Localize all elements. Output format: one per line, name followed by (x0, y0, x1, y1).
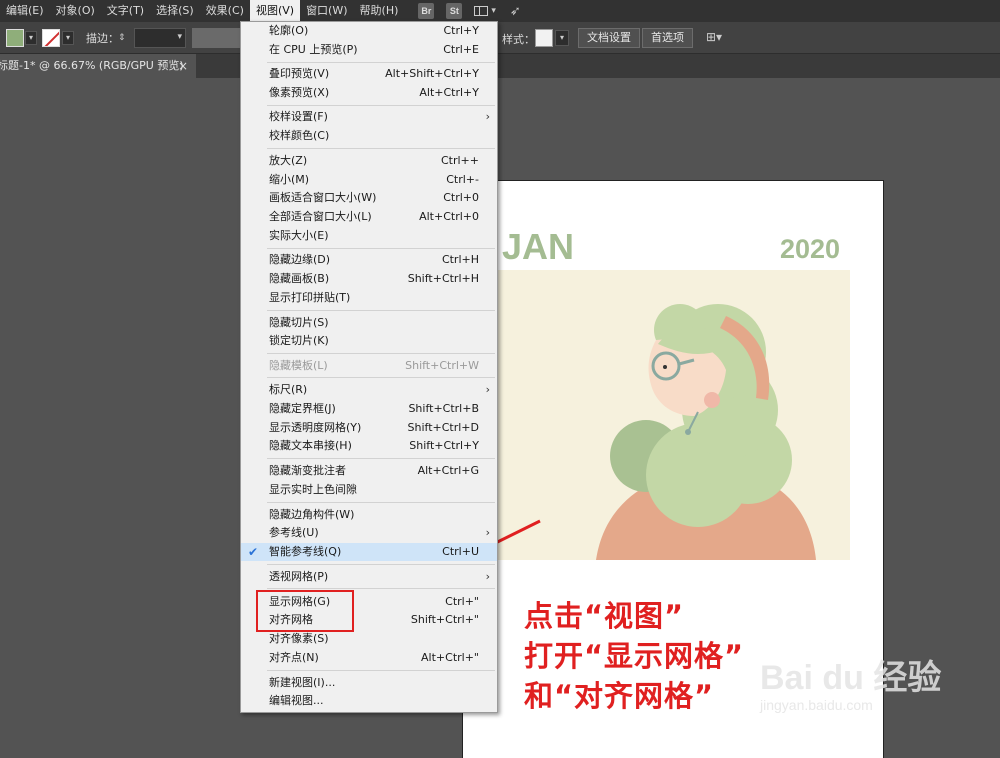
menu-item-cpu-preview[interactable]: 在 CPU 上预览(P) Ctrl+E (241, 41, 497, 59)
fill-dropdown-icon[interactable]: ▾ (25, 31, 37, 45)
menu-separator (267, 310, 495, 311)
menu-item-fit-artboard[interactable]: 画板适合窗口大小(W) Ctrl+0 (241, 189, 497, 207)
menu-separator (267, 588, 495, 589)
submenu-arrow-icon: › (485, 110, 490, 123)
style-label: 样式： (502, 33, 535, 46)
stroke-stepper-icon[interactable]: ⇕ (118, 30, 130, 46)
close-icon[interactable]: × (178, 54, 188, 78)
instruction-line: 点击“视图” (524, 599, 685, 633)
menu-edit[interactable]: 编辑(E) (0, 0, 50, 22)
menu-object[interactable]: 对象(O) (50, 0, 101, 22)
baidu-logo: Bai du 经验 (760, 659, 942, 697)
menu-item-fit-all[interactable]: 全部适合窗口大小(L) Alt+Ctrl+0 (241, 208, 497, 226)
menu-item-rulers[interactable]: 标尺(R) › (241, 381, 497, 399)
menu-item-proof-setup[interactable]: 校样设置(F) › (241, 108, 497, 126)
bridge-icon[interactable]: Br (418, 3, 435, 19)
menu-separator (267, 564, 495, 565)
stock-icon[interactable]: St (446, 3, 463, 19)
document-tab-bar: 未标题-1* @ 66.67% (RGB/GPU 预览) × (0, 54, 1000, 78)
instruction-line: 和“对齐网格” (524, 679, 715, 713)
baidu-watermark: Bai du 经验 jingyan.baidu.com (760, 650, 941, 713)
menu-item-show-live-paint-gaps[interactable]: 显示实时上色间隙 (241, 481, 497, 499)
document-tab[interactable]: 未标题-1* @ 66.67% (RGB/GPU 预览) × (0, 54, 196, 78)
menu-item-hide-slices[interactable]: 隐藏切片(S) (241, 314, 497, 332)
menu-item-overprint-preview[interactable]: 叠印预览(V) Alt+Shift+Ctrl+Y (241, 65, 497, 83)
menu-item-hide-bounding-box[interactable]: 隐藏定界框(J) Shift+Ctrl+B (241, 400, 497, 418)
style-dropdown-icon[interactable]: ▾ (555, 30, 569, 46)
submenu-arrow-icon: › (485, 526, 490, 539)
menu-separator (267, 502, 495, 503)
menu-item-smart-guides[interactable]: ✔ 智能参考线(Q) Ctrl+U (241, 543, 497, 561)
ear (704, 392, 720, 408)
menu-separator (267, 458, 495, 459)
menu-item-outline[interactable]: 轮廓(O) Ctrl+Y (241, 22, 497, 40)
annotation-highlight-box (256, 590, 354, 632)
variable-width-profile[interactable] (192, 28, 240, 48)
menu-item-hide-corner-widget[interactable]: 隐藏边角构件(W) (241, 506, 497, 524)
menu-item-snap-to-point[interactable]: 对齐点(N) Alt+Ctrl+" (241, 649, 497, 667)
calendar-year: 2020 (780, 234, 841, 264)
chevron-down-icon: ▾ (177, 32, 182, 42)
stroke-weight-input[interactable]: ▾ (134, 28, 186, 48)
menu-item-hide-edges[interactable]: 隐藏边缘(D) Ctrl+H (241, 251, 497, 269)
menu-separator (267, 62, 495, 63)
menubar: 编辑(E) 对象(O) 文字(T) 选择(S) 效果(C) 视图(V) 窗口(W… (0, 0, 1000, 22)
girl-illustration (498, 270, 850, 560)
menu-item-lock-slices[interactable]: 锁定切片(K) (241, 332, 497, 350)
menu-effect[interactable]: 效果(C) (200, 0, 250, 22)
calendar-month: JAN (502, 226, 575, 267)
menu-separator (267, 670, 495, 671)
stroke-dropdown-icon[interactable]: ▾ (62, 31, 74, 45)
gpu-rocket-icon[interactable]: ➶ (510, 4, 521, 19)
menu-item-zoom-in[interactable]: 放大(Z) Ctrl++ (241, 152, 497, 170)
menu-separator (267, 105, 495, 106)
menu-item-snap-to-pixel[interactable]: 对齐像素(S) (241, 630, 497, 648)
menu-item-perspective-grid[interactable]: 透视网格(P) › (241, 568, 497, 586)
submenu-arrow-icon: › (485, 383, 490, 396)
menu-separator (267, 248, 495, 249)
menu-separator (267, 353, 495, 354)
watermark-url: jingyan.baidu.com (760, 697, 873, 713)
menu-separator (267, 377, 495, 378)
control-bar: ▾ ▾ 描边： ⇕ ▾ 样式： ▾ 文档设置 首选项 ⊞▾ (0, 22, 1000, 54)
stroke-label: 描边： (86, 32, 119, 45)
fill-color-swatch[interactable] (6, 29, 24, 47)
menu-item-guides[interactable]: 参考线(U) › (241, 524, 497, 542)
menu-item-proof-colors[interactable]: 校样颜色(C) (241, 127, 497, 145)
menu-item-new-view[interactable]: 新建视图(I)... (241, 674, 497, 692)
graphic-style-swatch[interactable] (535, 29, 553, 47)
menu-item-zoom-out[interactable]: 缩小(M) Ctrl+- (241, 171, 497, 189)
document-setup-button[interactable]: 文档设置 (578, 28, 640, 48)
menu-help[interactable]: 帮助(H) (354, 0, 405, 22)
submenu-arrow-icon: › (485, 570, 490, 583)
eye (663, 365, 667, 369)
menu-type[interactable]: 文字(T) (101, 0, 150, 22)
menu-item-actual-size[interactable]: 实际大小(E) (241, 227, 497, 245)
menu-item-hide-text-threads[interactable]: 隐藏文本串接(H) Shift+Ctrl+Y (241, 437, 497, 455)
menu-separator (267, 148, 495, 149)
menu-item-pixel-preview[interactable]: 像素预览(X) Alt+Ctrl+Y (241, 84, 497, 102)
stroke-color-swatch[interactable] (42, 29, 60, 47)
menu-item-show-print-tiling[interactable]: 显示打印拼贴(T) (241, 289, 497, 307)
workspace-layout-icon[interactable]: ▾ (474, 6, 496, 16)
arrange-documents-icon[interactable]: ⊞▾ (706, 30, 722, 44)
checkmark-icon: ✔ (248, 545, 259, 559)
instruction-callout: 点击“视图” 打开“显示网格” 和“对齐网格” (524, 596, 744, 716)
menu-view[interactable]: 视图(V) (249, 0, 301, 22)
menu-item-show-transparency-grid[interactable]: 显示透明度网格(Y) Shift+Ctrl+D (241, 419, 497, 437)
menu-window[interactable]: 窗口(W) (300, 0, 353, 22)
menu-item-hide-template: 隐藏模板(L) Shift+Ctrl+W (269, 359, 479, 372)
preferences-button[interactable]: 首选项 (642, 28, 693, 48)
document-tab-title: 未标题-1* @ 66.67% (RGB/GPU 预览) (0, 59, 184, 72)
menu-item-hide-gradient-annotator[interactable]: 隐藏渐变批注者 Alt+Ctrl+G (241, 462, 497, 480)
menu-item-hide-artboards[interactable]: 隐藏画板(B) Shift+Ctrl+H (241, 270, 497, 288)
instruction-line: 打开“显示网格” (524, 639, 745, 673)
menu-item-edit-views[interactable]: 编辑视图... (241, 692, 497, 710)
menu-select[interactable]: 选择(S) (150, 0, 200, 22)
